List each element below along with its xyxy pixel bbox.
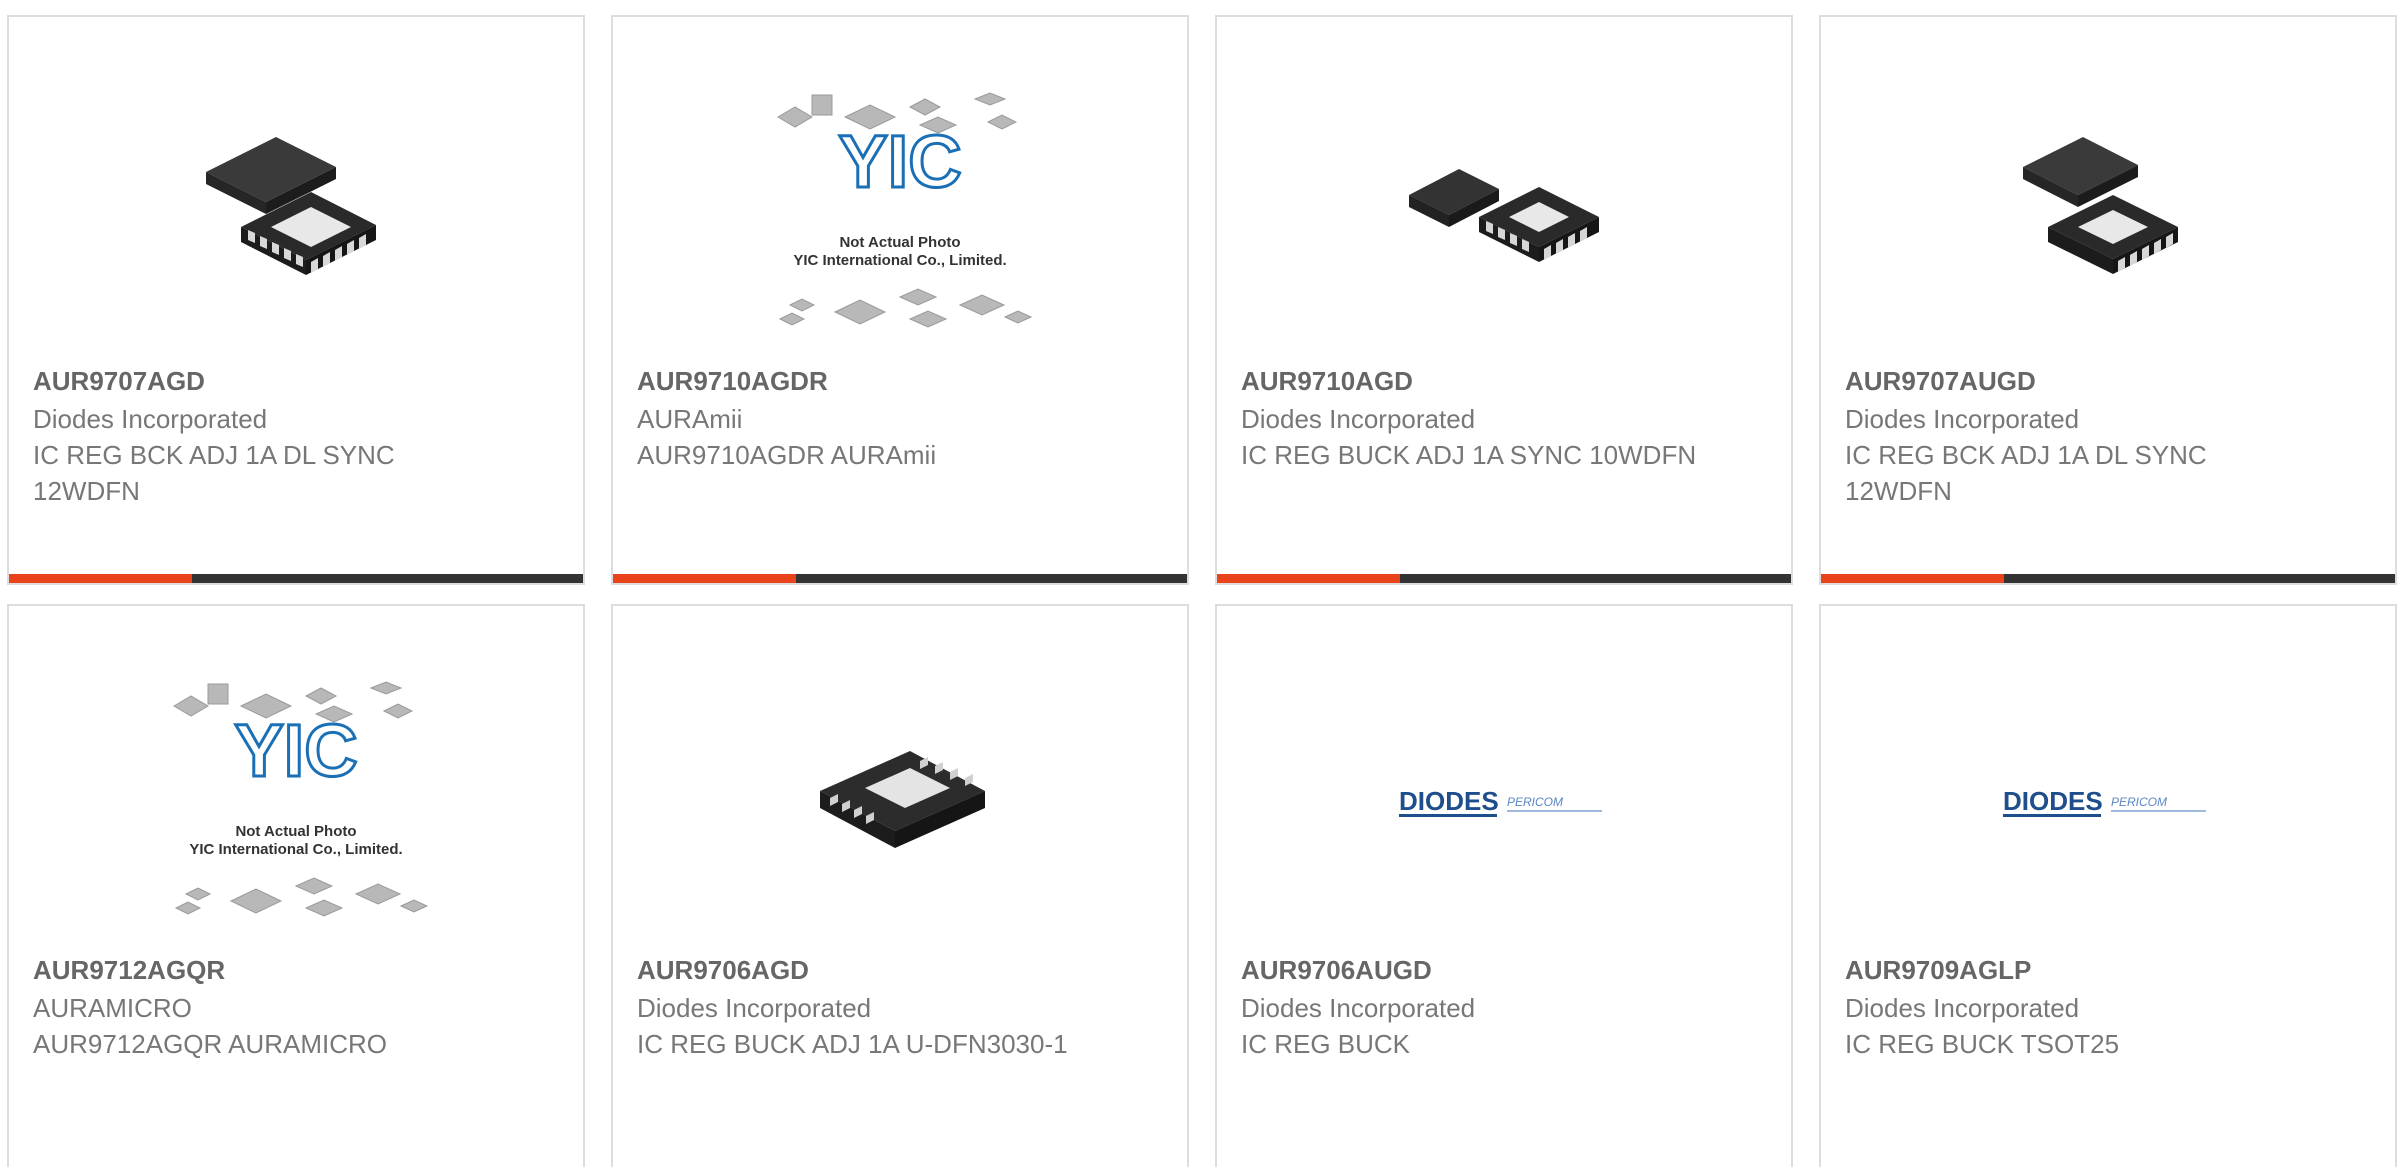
part-number[interactable]: AUR9710AGDR — [637, 361, 1163, 401]
card-accent — [1821, 574, 2004, 583]
card-accent — [9, 574, 192, 583]
product-card[interactable]: AUR9707AUGD Diodes Incorporated IC REG B… — [1819, 15, 2397, 585]
description: IC REG BCK ADJ 1A DL SYNC 12WDFN — [1845, 440, 2207, 506]
product-info: AUR9709AGLP Diodes Incorporated IC REG B… — [1845, 950, 2371, 1062]
product-info: AUR9706AUGD Diodes Incorporated IC REG B… — [1241, 950, 1767, 1062]
part-number[interactable]: AUR9706AGD — [637, 950, 1163, 990]
part-number[interactable]: AUR9707AUGD — [1845, 361, 2371, 401]
manufacturer: Diodes Incorporated — [637, 993, 872, 1023]
svg-text:YIC International Co., Limited: YIC International Co., Limited. — [793, 252, 1006, 269]
chip-stacked-icon — [1821, 77, 2395, 357]
product-card[interactable]: YIC Not Actual Photo YIC International C… — [611, 15, 1189, 585]
svg-text:PERICOM: PERICOM — [1507, 795, 1563, 809]
description: AUR9712AGQR AURAMICRO — [33, 1029, 387, 1059]
manufacturer: Diodes Incorporated — [1241, 993, 1476, 1023]
part-number[interactable]: AUR9706AUGD — [1241, 950, 1767, 990]
product-card[interactable]: AUR9707AGD Diodes Incorporated IC REG BC… — [7, 15, 585, 585]
card-footer-bar — [9, 574, 583, 583]
placeholder-icon: YIC Not Actual Photo YIC International C… — [613, 77, 1187, 357]
description: IC REG BUCK ADJ 1A U-DFN3030-1 — [637, 1029, 1068, 1059]
svg-text:YIC International Co., Limited: YIC International Co., Limited. — [189, 841, 402, 858]
svg-text:Not Actual Photo: Not Actual Photo — [839, 234, 960, 251]
product-card[interactable]: AUR9706AGD Diodes Incorporated IC REG BU… — [611, 604, 1189, 1167]
product-info: AUR9707AUGD Diodes Incorporated IC REG B… — [1845, 361, 2371, 509]
card-accent — [613, 574, 796, 583]
manufacturer: AURAMICRO — [33, 993, 192, 1023]
manufacturer: Diodes Incorporated — [1845, 404, 2080, 434]
product-card[interactable]: AUR9710AGD Diodes Incorporated IC REG BU… — [1215, 15, 1793, 585]
product-card[interactable]: DIODES PERICOM AUR9709AGLP Diodes Incorp… — [1819, 604, 2397, 1167]
manufacturer: Diodes Incorporated — [1845, 993, 2080, 1023]
part-number[interactable]: AUR9712AGQR — [33, 950, 559, 990]
product-card[interactable]: YIC Not Actual Photo YIC International C… — [7, 604, 585, 1167]
product-info: AUR9707AGD Diodes Incorporated IC REG BC… — [33, 361, 559, 509]
product-info: AUR9712AGQR AURAMICRO AUR9712AGQR AURAMI… — [33, 950, 559, 1062]
svg-text:DIODES: DIODES — [2003, 786, 2103, 816]
product-card[interactable]: DIODES PERICOM AUR9706AUGD Diodes Incorp… — [1215, 604, 1793, 1167]
svg-text:PERICOM: PERICOM — [2111, 795, 2167, 809]
part-number[interactable]: AUR9710AGD — [1241, 361, 1767, 401]
manufacturer: AURAmii — [637, 404, 743, 434]
diodes-logo-icon: DIODES PERICOM — [1821, 666, 2395, 946]
part-number[interactable]: AUR9709AGLP — [1845, 950, 2371, 990]
svg-text:Not Actual Photo: Not Actual Photo — [235, 823, 356, 840]
svg-text:YIC: YIC — [234, 709, 357, 792]
manufacturer: Diodes Incorporated — [1241, 404, 1476, 434]
card-footer-bar — [1821, 574, 2395, 583]
product-info: AUR9710AGDR AURAmii AUR9710AGDR AURAmii — [637, 361, 1163, 473]
chip-pair-icon — [1217, 77, 1791, 357]
description: IC REG BUCK TSOT25 — [1845, 1029, 2120, 1059]
description: IC REG BUCK ADJ 1A SYNC 10WDFN — [1241, 440, 1697, 470]
product-grid: AUR9707AGD Diodes Incorporated IC REG BC… — [0, 0, 2400, 1167]
card-footer-bar — [613, 574, 1187, 583]
description: IC REG BCK ADJ 1A DL SYNC 12WDFN — [33, 440, 395, 506]
card-accent — [1217, 574, 1400, 583]
product-info: AUR9710AGD Diodes Incorporated IC REG BU… — [1241, 361, 1767, 473]
diodes-logo-icon: DIODES PERICOM — [1217, 666, 1791, 946]
product-info: AUR9706AGD Diodes Incorporated IC REG BU… — [637, 950, 1163, 1062]
description: AUR9710AGDR AURAmii — [637, 440, 937, 470]
chip-single-icon — [613, 666, 1187, 946]
svg-text:YIC: YIC — [838, 120, 961, 203]
description: IC REG BUCK — [1241, 1029, 1411, 1059]
chip-stacked-icon — [9, 77, 583, 357]
placeholder-icon: YIC Not Actual Photo YIC International C… — [9, 666, 583, 946]
manufacturer: Diodes Incorporated — [33, 404, 268, 434]
part-number[interactable]: AUR9707AGD — [33, 361, 559, 401]
card-footer-bar — [1217, 574, 1791, 583]
svg-text:DIODES: DIODES — [1399, 786, 1499, 816]
